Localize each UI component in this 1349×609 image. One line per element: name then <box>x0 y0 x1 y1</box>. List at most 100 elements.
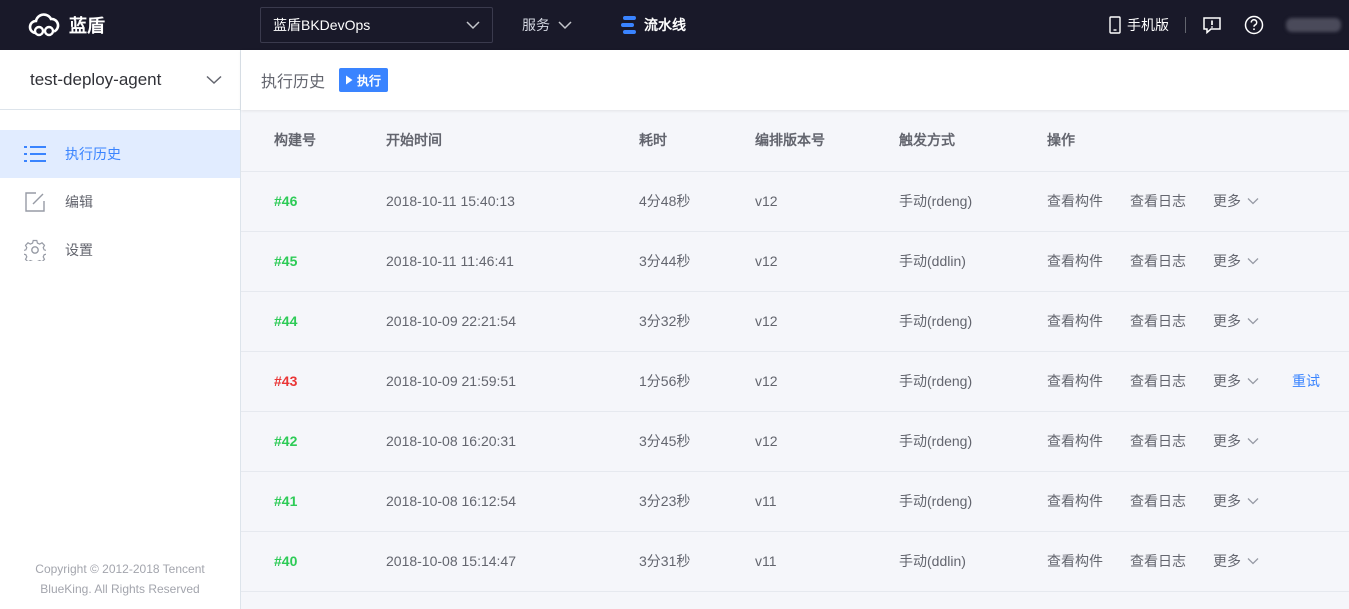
version: v11 <box>755 531 899 592</box>
view-logs-link[interactable]: 查看日志 <box>1130 371 1186 391</box>
execute-button-label: 执行 <box>357 73 382 88</box>
version: v12 <box>755 291 899 352</box>
pipeline-selector[interactable]: test-deploy-agent <box>0 50 240 110</box>
sidebar-item-history[interactable]: 执行历史 <box>0 130 240 178</box>
version: v12 <box>755 411 899 472</box>
more-dropdown[interactable]: 更多 <box>1213 251 1259 271</box>
row-actions: 查看构件 查看日志 更多 <box>1047 551 1349 571</box>
view-logs-link[interactable]: 查看日志 <box>1130 551 1186 571</box>
project-selector[interactable]: 蓝盾BKDevOps <box>260 7 493 43</box>
build-number[interactable]: #43 <box>274 373 297 389</box>
version: v12 <box>755 231 899 292</box>
table-header-row: 构建号 开始时间 耗时 编排版本号 触发方式 操作 <box>241 110 1349 172</box>
table-row[interactable]: #43 2018-10-09 21:59:51 1分56秒 v12 手动(rdeng) 查… <box>241 351 1349 412</box>
view-artifacts-link[interactable]: 查看构件 <box>1047 491 1103 511</box>
build-number[interactable]: #40 <box>274 553 297 569</box>
page-title: 执行历史 <box>261 74 326 91</box>
feedback-button[interactable] <box>1202 16 1222 34</box>
more-dropdown[interactable]: 更多 <box>1213 371 1259 391</box>
view-logs-link[interactable]: 查看日志 <box>1130 491 1186 511</box>
build-history-table: 构建号 开始时间 耗时 编排版本号 触发方式 操作 #46 2018-10-11 … <box>241 110 1349 592</box>
build-number[interactable]: #45 <box>274 253 297 269</box>
more-dropdown[interactable]: 更多 <box>1213 491 1259 511</box>
more-dropdown[interactable]: 更多 <box>1213 311 1259 331</box>
view-artifacts-link[interactable]: 查看构件 <box>1047 251 1103 271</box>
start-time: 2018-10-09 21:59:51 <box>386 351 639 412</box>
project-selector-value: 蓝盾BKDevOps <box>273 17 371 33</box>
col-header-duration: 耗时 <box>639 110 755 172</box>
duration: 1分56秒 <box>639 351 755 412</box>
duration: 3分32秒 <box>639 291 755 352</box>
user-avatar-name[interactable] <box>1286 18 1341 32</box>
chevron-down-icon <box>558 21 572 30</box>
brand-logo[interactable]: 蓝盾 <box>27 11 105 39</box>
pipeline-icon <box>621 16 636 34</box>
copyright-line: Copyright © 2012-2018 Tencent <box>35 562 205 576</box>
top-nav-bar: 蓝盾 蓝盾BKDevOps 服务 流水线 手机版 <box>0 0 1349 50</box>
more-label: 更多 <box>1213 433 1241 449</box>
build-number[interactable]: #44 <box>274 313 297 329</box>
view-artifacts-link[interactable]: 查看构件 <box>1047 551 1103 571</box>
start-time: 2018-10-08 16:20:31 <box>386 411 639 472</box>
table-row[interactable]: #41 2018-10-08 16:12:54 3分23秒 v11 手动(rdeng) 查… <box>241 471 1349 532</box>
sidebar-item-settings[interactable]: 设置 <box>0 226 240 274</box>
table-row[interactable]: #40 2018-10-08 15:14:47 3分31秒 v11 手动(ddlin) 查… <box>241 531 1349 592</box>
build-number[interactable]: #41 <box>274 493 297 509</box>
view-logs-link[interactable]: 查看日志 <box>1130 191 1186 211</box>
table-row[interactable]: #45 2018-10-11 11:46:41 3分44秒 v12 手动(ddlin) 查… <box>241 231 1349 292</box>
build-number[interactable]: #42 <box>274 433 297 449</box>
col-header-ops: 操作 <box>1047 110 1349 172</box>
edit-icon <box>24 191 46 213</box>
view-logs-link[interactable]: 查看日志 <box>1130 311 1186 331</box>
nav-service-menu[interactable]: 服务 <box>522 0 572 50</box>
trigger: 手动(ddlin) <box>899 531 1047 592</box>
more-dropdown[interactable]: 更多 <box>1213 191 1259 211</box>
retry-link[interactable]: 重试 <box>1292 371 1320 391</box>
view-artifacts-link[interactable]: 查看构件 <box>1047 191 1103 211</box>
pipeline-name: test-deploy-agent <box>30 69 162 89</box>
feedback-icon <box>1203 17 1221 34</box>
more-label: 更多 <box>1213 193 1241 209</box>
more-label: 更多 <box>1213 493 1241 509</box>
start-time: 2018-10-09 22:21:54 <box>386 291 639 352</box>
build-number[interactable]: #46 <box>274 193 297 209</box>
view-artifacts-link[interactable]: 查看构件 <box>1047 431 1103 451</box>
sidebar-item-label: 设置 <box>65 242 93 258</box>
sidebar-item-edit[interactable]: 编辑 <box>0 178 240 226</box>
col-header-trigger: 触发方式 <box>899 110 1047 172</box>
trigger: 手动(rdeng) <box>899 291 1047 352</box>
col-header-build: 构建号 <box>241 110 386 172</box>
table-row[interactable]: #44 2018-10-09 22:21:54 3分32秒 v12 手动(rdeng) 查… <box>241 291 1349 352</box>
chevron-down-icon <box>1247 438 1259 445</box>
nav-pipeline-link[interactable]: 流水线 <box>620 0 686 50</box>
chevron-down-icon <box>1247 558 1259 565</box>
view-logs-link[interactable]: 查看日志 <box>1130 251 1186 271</box>
view-artifacts-link[interactable]: 查看构件 <box>1047 311 1103 331</box>
help-icon <box>1244 15 1264 35</box>
execute-button[interactable]: 执行 <box>339 68 389 92</box>
start-time: 2018-10-08 16:12:54 <box>386 471 639 532</box>
row-actions: 查看构件 查看日志 更多 <box>1047 251 1349 271</box>
top-nav-right: 手机版 <box>1108 0 1349 50</box>
row-actions: 查看构件 查看日志 更多 <box>1047 191 1349 211</box>
more-label: 更多 <box>1213 373 1241 389</box>
view-logs-link[interactable]: 查看日志 <box>1130 431 1186 451</box>
chevron-down-icon <box>1247 378 1259 385</box>
copyright-line: BlueKing. All Rights Reserved <box>40 582 200 596</box>
help-button[interactable] <box>1244 15 1264 35</box>
start-time: 2018-10-08 15:14:47 <box>386 531 639 592</box>
sidebar: test-deploy-agent 执行历史 编辑 设置 Copyright ©… <box>0 50 241 609</box>
duration: 3分31秒 <box>639 531 755 592</box>
start-time: 2018-10-11 11:46:41 <box>386 231 639 292</box>
version: v11 <box>755 471 899 532</box>
cloud-logo-icon <box>28 13 60 37</box>
more-dropdown[interactable]: 更多 <box>1213 551 1259 571</box>
view-artifacts-link[interactable]: 查看构件 <box>1047 371 1103 391</box>
row-actions: 查看构件 查看日志 更多 <box>1047 431 1349 451</box>
table-row[interactable]: #46 2018-10-11 15:40:13 4分48秒 v12 手动(rdeng) 查… <box>241 171 1349 232</box>
more-dropdown[interactable]: 更多 <box>1213 431 1259 451</box>
mobile-version-link[interactable]: 手机版 <box>1108 15 1169 35</box>
table-row[interactable]: #42 2018-10-08 16:20:31 3分45秒 v12 手动(rdeng) 查… <box>241 411 1349 472</box>
start-time: 2018-10-11 15:40:13 <box>386 171 639 232</box>
list-icon <box>24 143 46 165</box>
